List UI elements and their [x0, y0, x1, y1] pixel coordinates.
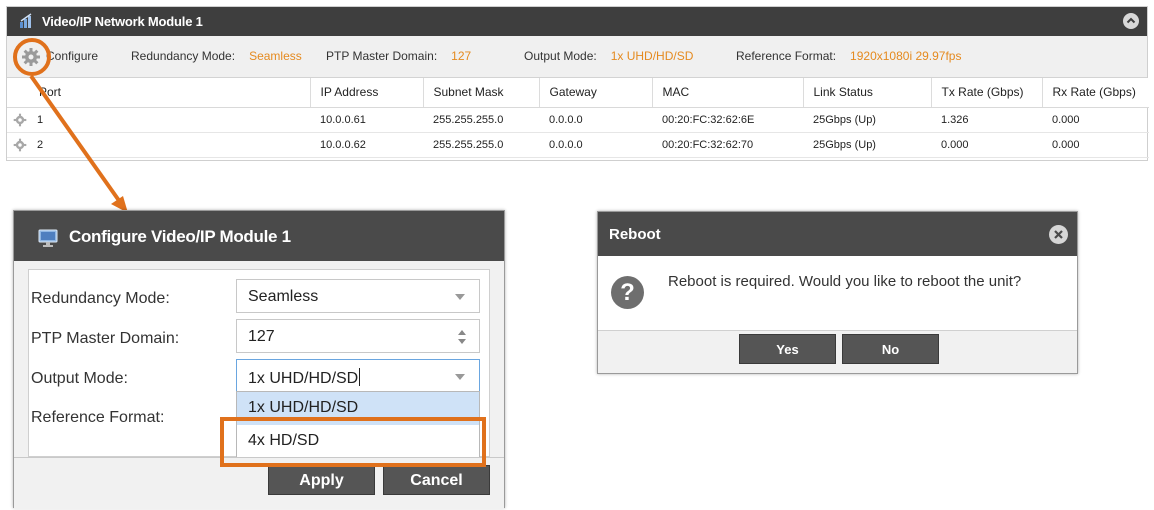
dialog-title-bar: Configure Video/IP Module 1 [14, 211, 504, 261]
option-highlight-box [220, 417, 486, 467]
table-cell: 00:20:FC:32:62:70 [652, 132, 803, 158]
ptp-master-domain-stepper[interactable]: 127 [236, 319, 480, 353]
no-button[interactable]: No [842, 334, 939, 364]
table-cell: 25Gbps (Up) [803, 107, 931, 133]
reference-format-setting: Reference Format: 1920x1080i 29.97fps [736, 49, 962, 63]
table-cell: 0.000 [931, 132, 1042, 158]
table-cell: 0.000 [1042, 107, 1149, 133]
configure-label: Configure [46, 49, 99, 63]
close-icon[interactable] [1049, 225, 1068, 244]
column-header[interactable]: MAC [651, 78, 803, 108]
ptp-master-domain-label: PTP Master Domain: [31, 330, 180, 347]
table-cell: 0.0.0.0 [539, 107, 652, 133]
output-mode-label: Output Mode: [31, 370, 128, 387]
column-header[interactable]: Link Status [802, 78, 931, 108]
table-cell: 1.326 [931, 107, 1042, 133]
table-cell: 10.0.0.62 [310, 132, 423, 158]
network-module-panel: Video/IP Network Module 1 Configure Redu… [6, 6, 1149, 161]
port-table: Port IP Address Subnet Mask Gateway MAC … [7, 78, 1149, 158]
yes-button[interactable]: Yes [739, 334, 836, 364]
column-header[interactable]: Port [7, 78, 310, 108]
table-cell: 10.0.0.61 [310, 107, 423, 133]
reference-format-label: Reference Format: [31, 409, 165, 426]
table-cell: 0.0.0.0 [539, 132, 652, 158]
module-title-bar: Video/IP Network Module 1 [7, 7, 1147, 36]
column-header[interactable]: Gateway [538, 78, 652, 108]
dialog-title: Configure Video/IP Module 1 [69, 227, 291, 246]
reboot-dialog: Reboot ? Reboot is required. Would you l… [597, 211, 1078, 374]
question-icon: ? [611, 276, 644, 309]
column-header[interactable]: IP Address [309, 78, 423, 108]
table-header-row: Port IP Address Subnet Mask Gateway MAC … [7, 78, 1149, 108]
reboot-message-area: ? Reboot is required. Would you like to … [598, 256, 1077, 331]
monitor-icon [38, 229, 58, 252]
spinner-icon[interactable] [457, 329, 467, 350]
column-header[interactable]: Rx Rate (Gbps) [1041, 78, 1149, 108]
module-settings-bar: Configure Redundancy Mode: Seamless PTP M… [7, 36, 1147, 78]
output-mode-setting: Output Mode: 1x UHD/HD/SD [524, 49, 694, 63]
table-cell: 0.000 [1042, 132, 1149, 158]
redundancy-mode-select[interactable]: Seamless [236, 279, 480, 313]
cancel-button[interactable]: Cancel [383, 465, 490, 495]
reboot-message: Reboot is required. Would you like to re… [668, 273, 1022, 290]
table-cell: 00:20:FC:32:62:6E [652, 107, 803, 133]
gear-icon[interactable] [13, 138, 27, 152]
column-header[interactable]: Subnet Mask [422, 78, 539, 108]
configure-button[interactable]: Configure [13, 36, 113, 78]
reboot-title: Reboot [609, 226, 661, 243]
collapse-icon[interactable] [1123, 13, 1139, 29]
highlight-ring [13, 38, 51, 76]
module-title: Video/IP Network Module 1 [42, 14, 203, 29]
redundancy-mode-label: Redundancy Mode: [31, 290, 170, 307]
apply-button[interactable]: Apply [268, 465, 375, 495]
ptp-setting: PTP Master Domain: 127 [326, 49, 472, 63]
redundancy-setting: Redundancy Mode: Seamless [131, 49, 302, 63]
column-header[interactable]: Tx Rate (Gbps) [930, 78, 1042, 108]
chevron-down-icon [455, 294, 465, 300]
port-cell: 1 [7, 107, 310, 133]
table-cell: 255.255.255.0 [423, 132, 539, 158]
chevron-down-icon [455, 374, 465, 380]
output-mode-select[interactable]: 1x UHD/HD/SD [236, 359, 480, 393]
table-cell: 25Gbps (Up) [803, 132, 931, 158]
table-row[interactable]: 2 10.0.0.62 255.255.255.0 0.0.0.0 00:20:… [7, 132, 1149, 158]
gear-icon[interactable] [13, 113, 27, 127]
reboot-title-bar: Reboot [598, 212, 1077, 256]
network-icon [19, 13, 35, 29]
port-cell: 2 [7, 132, 310, 158]
table-cell: 255.255.255.0 [423, 107, 539, 133]
table-row[interactable]: 1 10.0.0.61 255.255.255.0 0.0.0.0 00:20:… [7, 107, 1149, 133]
